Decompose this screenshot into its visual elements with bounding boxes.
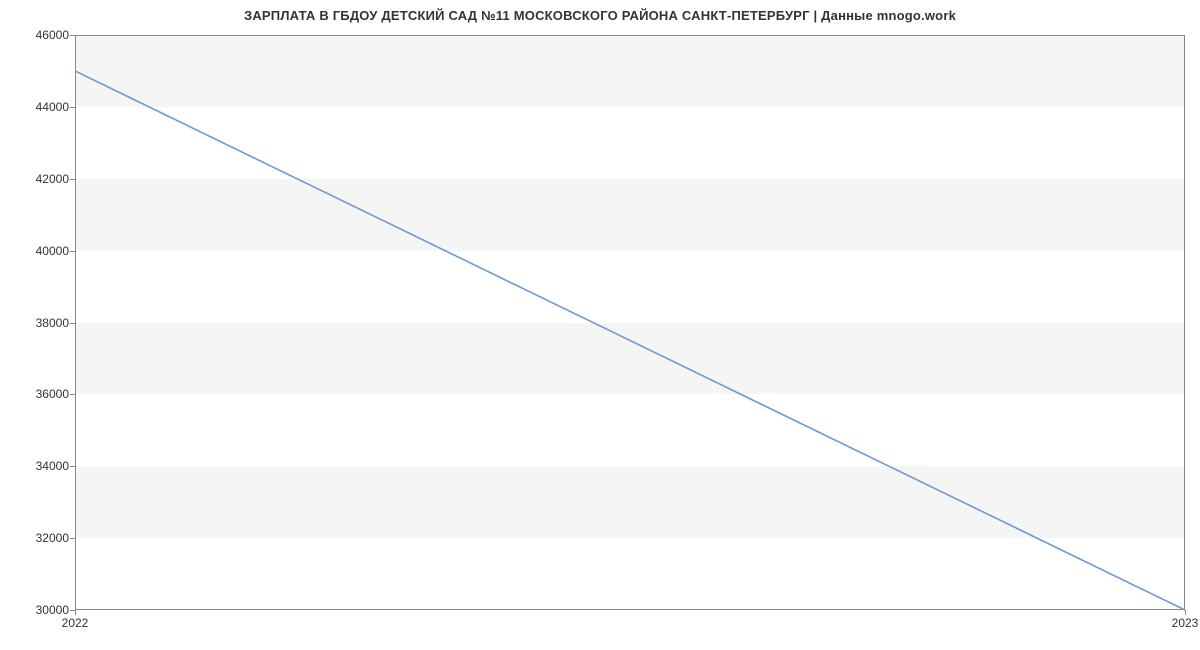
y-tick-label: 42000 [36,172,75,186]
y-tick-label: 32000 [36,531,75,545]
y-tick-label: 34000 [36,459,75,473]
y-tick-label: 40000 [36,244,75,258]
line-series [75,35,1185,610]
y-tick-label: 38000 [36,316,75,330]
y-tick-label: 46000 [36,28,75,42]
x-tick-label: 2022 [62,610,89,630]
y-tick-label: 36000 [36,387,75,401]
chart-title: ЗАРПЛАТА В ГБДОУ ДЕТСКИЙ САД №11 МОСКОВС… [0,8,1200,23]
plot-area: 3000032000340003600038000400004200044000… [75,35,1185,610]
y-tick-label: 44000 [36,100,75,114]
x-tick-label: 2023 [1172,610,1199,630]
series-line [75,71,1185,610]
